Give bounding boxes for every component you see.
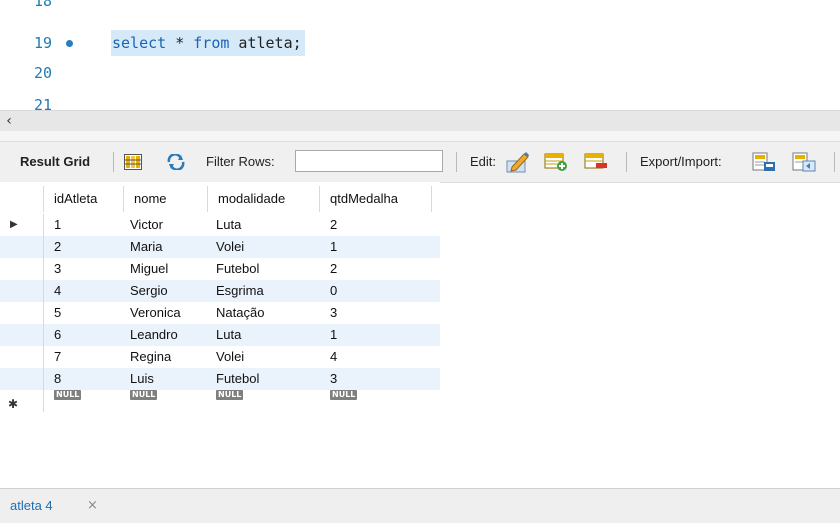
current-row-icon: ▶ <box>10 219 18 230</box>
export-icon[interactable] <box>752 152 776 172</box>
table-cell[interactable]: 3 <box>330 302 337 324</box>
scroll-left-icon[interactable]: ‹ <box>2 111 16 131</box>
table-cell[interactable]: 3 <box>54 258 61 280</box>
panel-splitter[interactable] <box>0 131 840 141</box>
refresh-icon[interactable] <box>166 154 186 170</box>
table-cell[interactable]: 3 <box>330 368 337 390</box>
row-gutter[interactable] <box>0 236 44 258</box>
code-line-18: 18 <box>0 0 840 16</box>
result-grid-tab[interactable]: Result Grid <box>20 142 90 182</box>
grid-header: idAtleta nome modalidade qtdMedalha <box>0 182 440 214</box>
table-cell[interactable]: 2 <box>330 258 337 280</box>
delete-row-icon[interactable] <box>584 152 608 172</box>
table-cell[interactable]: Futebol <box>216 368 259 390</box>
filter-rows-input[interactable] <box>295 150 443 172</box>
line-number: 20 <box>34 64 53 82</box>
table-cell[interactable]: Volei <box>216 346 244 368</box>
null-badge[interactable]: NULL <box>216 390 244 400</box>
table-cell[interactable]: 6 <box>54 324 61 346</box>
table-row[interactable]: 8 Luis Futebol 3 <box>0 368 440 390</box>
line-number: 21 <box>34 96 53 110</box>
code-line-19[interactable]: 19 select * from atleta; <box>0 28 840 58</box>
statement-marker-icon <box>66 40 73 47</box>
table-cell[interactable]: Volei <box>216 236 244 258</box>
table-cell[interactable]: Futebol <box>216 258 259 280</box>
row-gutter[interactable] <box>0 324 44 346</box>
sql-keyword: select <box>112 34 167 52</box>
table-row[interactable]: ▶ 1 Victor Luta 2 <box>0 214 440 236</box>
edit-row-icon[interactable] <box>506 151 530 173</box>
table-cell[interactable]: Leandro <box>130 324 178 346</box>
result-tabs-bar: atleta 4 × <box>0 488 840 523</box>
table-cell[interactable]: 5 <box>54 302 61 324</box>
null-badge[interactable]: NULL <box>130 390 158 400</box>
import-icon[interactable] <box>792 152 816 172</box>
table-cell[interactable]: Luis <box>130 368 154 390</box>
row-gutter[interactable] <box>0 302 44 324</box>
row-gutter[interactable]: ✱ <box>0 390 44 412</box>
table-cell[interactable]: Miguel <box>130 258 168 280</box>
table-row[interactable]: 7 Regina Volei 4 <box>0 346 440 368</box>
row-gutter[interactable] <box>0 346 44 368</box>
table-cell[interactable]: Esgrima <box>216 280 264 302</box>
grid-layout-icon[interactable] <box>124 154 142 170</box>
toolbar-divider <box>834 152 835 172</box>
result-toolbar: Result Grid Filter Rows: Edit: Export/Im… <box>0 141 840 183</box>
insert-row-icon[interactable] <box>544 152 568 172</box>
sql-keyword: from <box>193 34 230 52</box>
header-gutter <box>0 186 44 212</box>
table-row[interactable]: 5 Veronica Natação 3 <box>0 302 440 324</box>
toolbar-divider <box>456 152 457 172</box>
table-cell[interactable]: Sergio <box>130 280 168 302</box>
table-row[interactable]: 2 Maria Volei 1 <box>0 236 440 258</box>
column-header-modalidade[interactable]: modalidade <box>208 186 320 212</box>
table-cell[interactable]: Regina <box>130 346 171 368</box>
null-badge[interactable]: NULL <box>54 390 82 400</box>
sql-text: atleta; <box>229 34 302 52</box>
toolbar-divider <box>626 152 627 172</box>
sql-editor[interactable]: 18 19 select * from atleta; 20 21 <box>0 0 840 110</box>
row-gutter[interactable]: ▶ <box>0 214 44 236</box>
edit-label: Edit: <box>470 154 497 169</box>
table-cell[interactable]: 1 <box>330 324 337 346</box>
table-cell[interactable]: 7 <box>54 346 61 368</box>
column-header-qtdmedalha[interactable]: qtdMedalha <box>320 186 432 212</box>
new-row-icon: ✱ <box>8 397 19 411</box>
column-header-nome[interactable]: nome <box>124 186 208 212</box>
table-cell[interactable]: 4 <box>54 280 61 302</box>
table-cell[interactable]: Veronica <box>130 302 181 324</box>
new-row[interactable]: ✱ NULL NULL NULL NULL <box>0 390 440 412</box>
table-cell[interactable]: 1 <box>330 236 337 258</box>
table-cell[interactable]: 2 <box>54 236 61 258</box>
table-cell[interactable]: 2 <box>330 214 337 236</box>
horizontal-scrollbar[interactable]: ‹ <box>0 110 840 131</box>
table-cell[interactable]: Maria <box>130 236 163 258</box>
table-cell[interactable]: 8 <box>54 368 61 390</box>
line-number: 18 <box>34 0 53 10</box>
column-header-idatleta[interactable]: idAtleta <box>44 186 124 212</box>
table-cell[interactable]: 1 <box>54 214 61 236</box>
table-row[interactable]: 4 Sergio Esgrima 0 <box>0 280 440 302</box>
table-cell[interactable]: Natação <box>216 302 264 324</box>
close-tab-icon[interactable]: × <box>87 495 98 517</box>
table-cell[interactable]: 4 <box>330 346 337 368</box>
sql-text: * <box>166 34 194 52</box>
table-cell[interactable]: Luta <box>216 324 241 346</box>
table-row[interactable]: 3 Miguel Futebol 2 <box>0 258 440 280</box>
null-badge[interactable]: NULL <box>330 390 358 400</box>
table-cell[interactable]: Luta <box>216 214 241 236</box>
toolbar-divider <box>113 152 114 172</box>
code-line-21: 21 <box>0 90 840 110</box>
sql-statement[interactable]: select * from atleta; <box>111 30 305 56</box>
result-tab-atleta[interactable]: atleta 4 <box>10 495 53 517</box>
code-line-20[interactable]: 20 <box>0 58 840 88</box>
table-cell[interactable]: 0 <box>330 280 337 302</box>
table-row[interactable]: 6 Leandro Luta 1 <box>0 324 440 346</box>
table-cell[interactable]: Victor <box>130 214 163 236</box>
row-gutter[interactable] <box>0 368 44 390</box>
row-gutter[interactable] <box>0 258 44 280</box>
row-gutter[interactable] <box>0 280 44 302</box>
export-import-label: Export/Import: <box>640 154 722 169</box>
filter-rows-label: Filter Rows: <box>206 154 275 169</box>
